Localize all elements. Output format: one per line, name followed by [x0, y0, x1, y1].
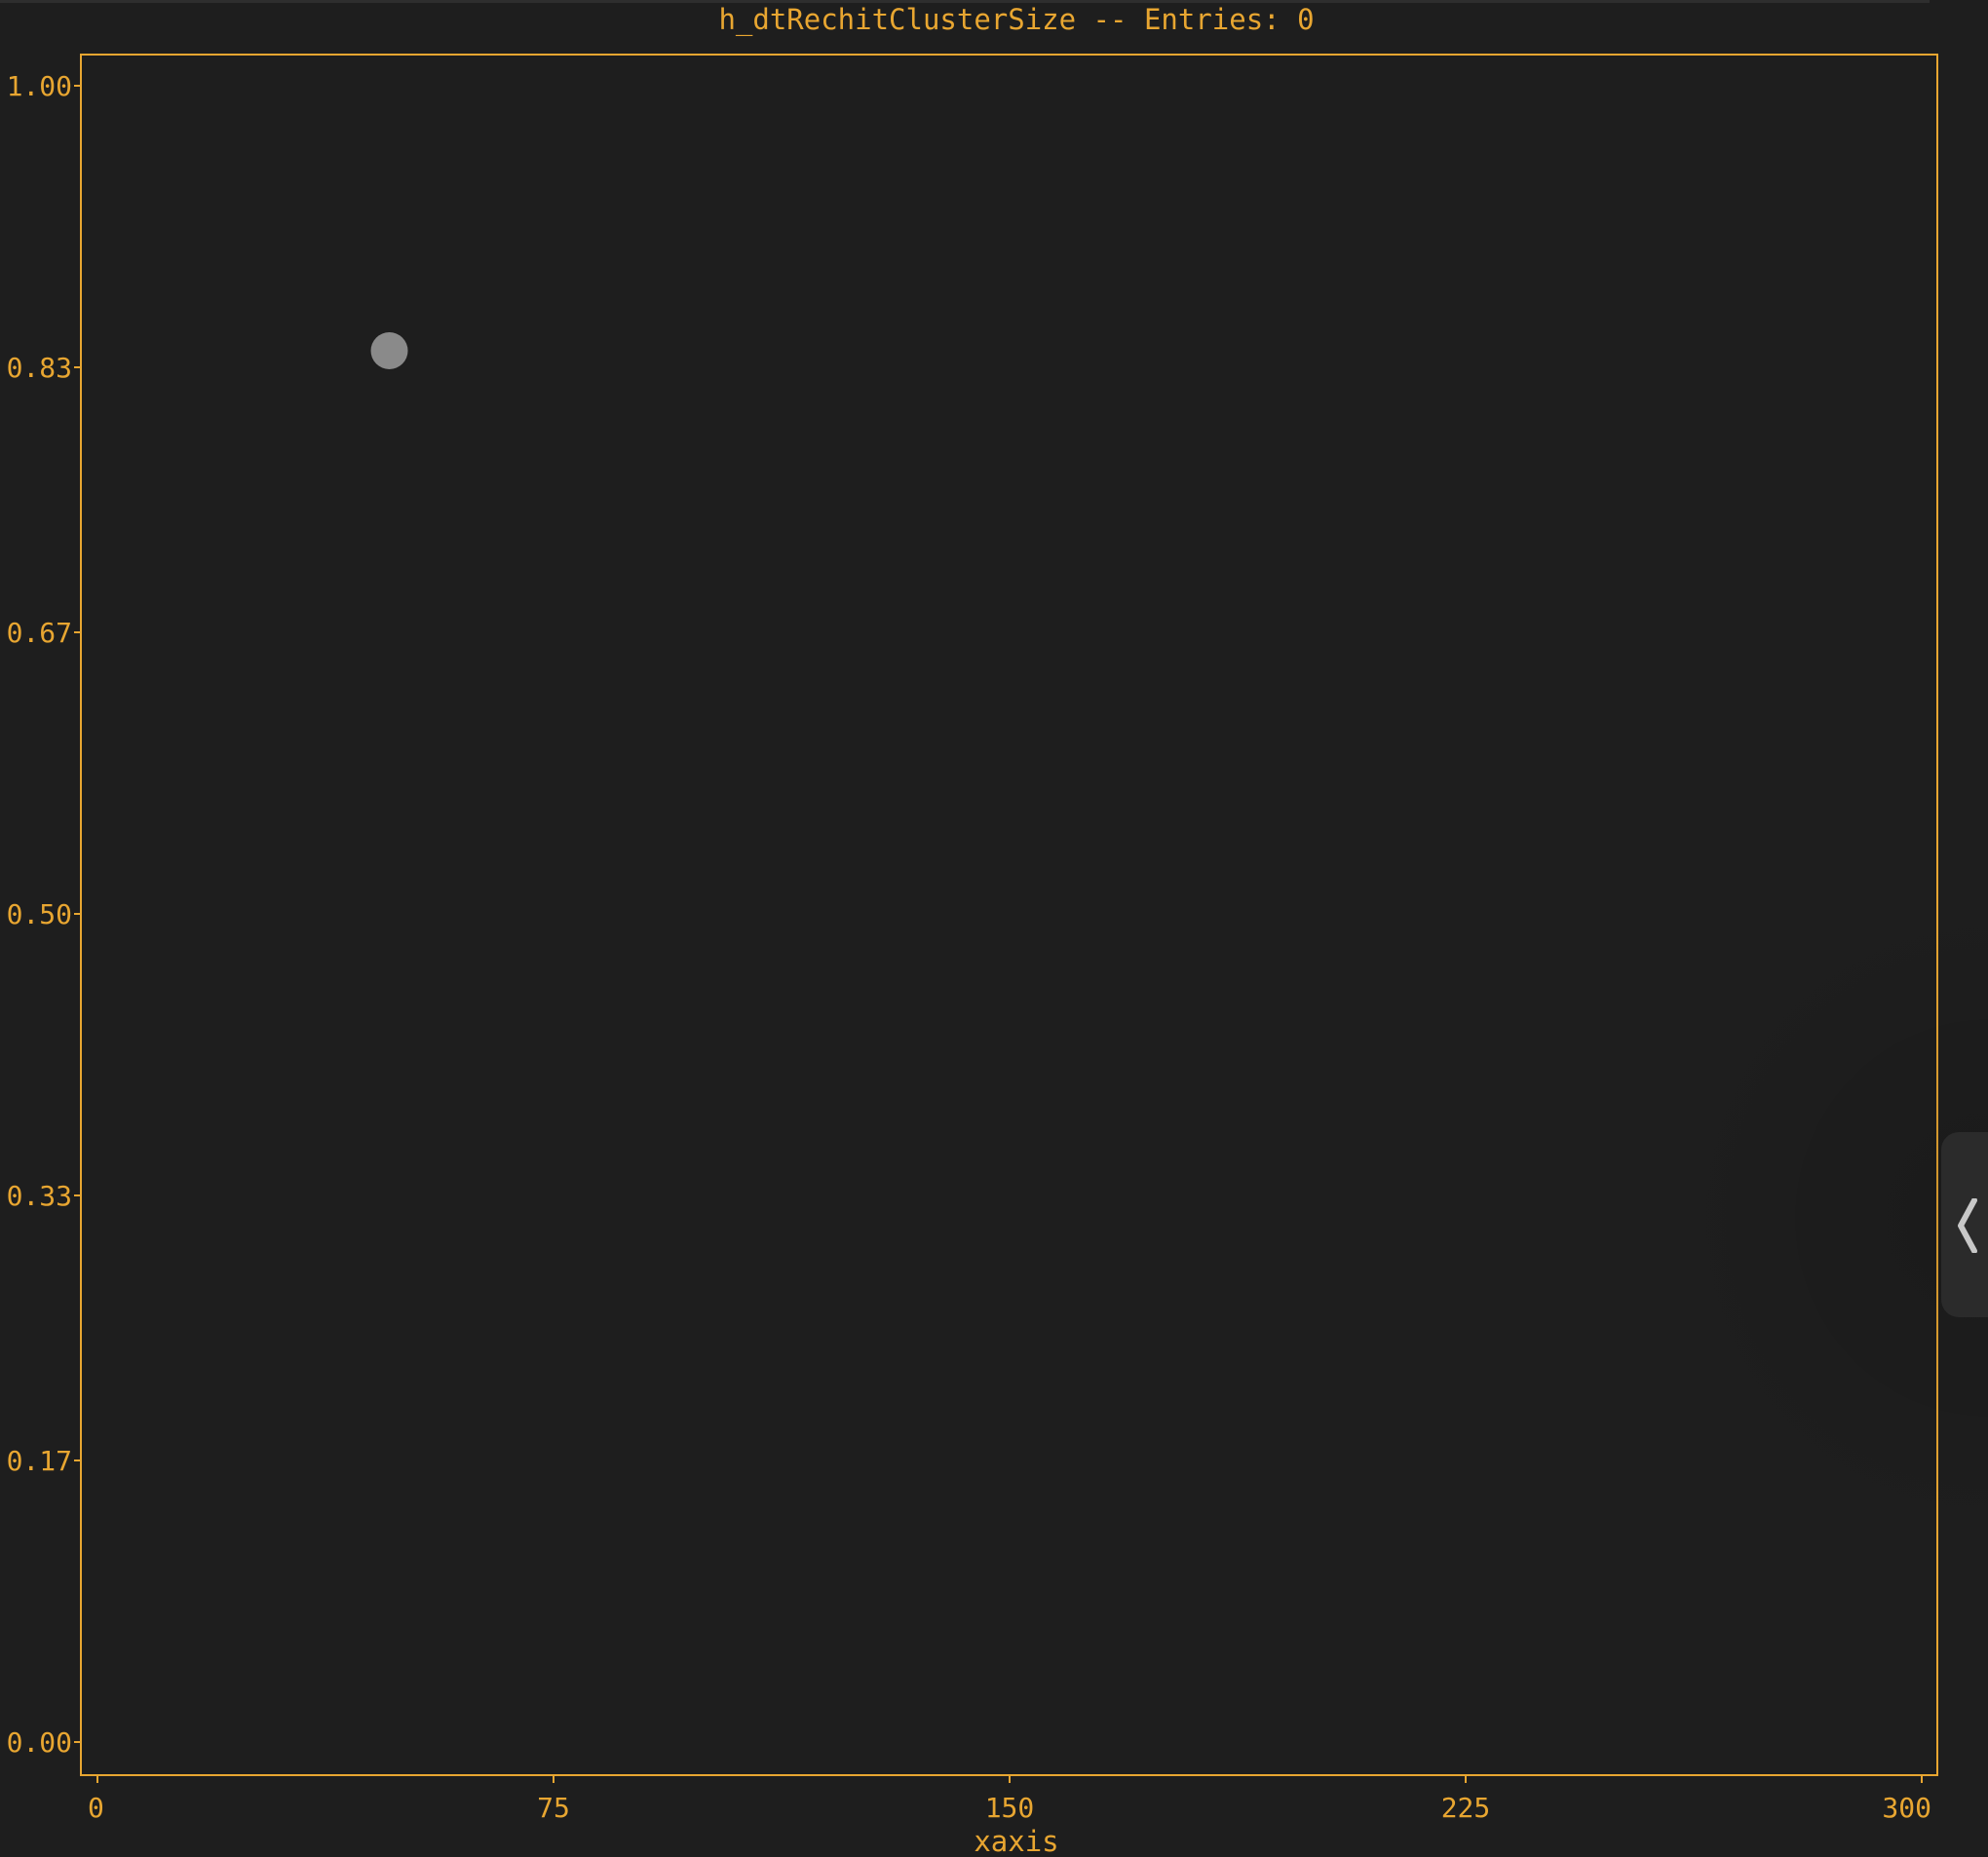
data-layer [370, 332, 408, 369]
x-tick-label: 75 [537, 1792, 570, 1824]
plot-root: h_dtRechitClusterSize -- Entries: 0 0.00… [0, 0, 1988, 1857]
top-border [0, 0, 1930, 3]
plot-frame[interactable] [80, 54, 1938, 1776]
x-axis: 0 75 150 225 300 [88, 1775, 1931, 1824]
x-tick-label: 0 [88, 1792, 104, 1824]
y-tick-label: 1.00 [7, 70, 72, 102]
y-tick-label: 0.33 [7, 1180, 72, 1212]
x-tick-label: 150 [985, 1792, 1035, 1824]
y-tick-label: 0.50 [7, 898, 72, 930]
plot-title: h_dtRechitClusterSize -- Entries: 0 [718, 3, 1314, 37]
panel-toggle-handle[interactable] [1941, 1132, 1988, 1317]
x-tick-label: 225 [1441, 1792, 1491, 1824]
y-tick-label: 0.67 [7, 617, 72, 649]
histogram-plot: h_dtRechitClusterSize -- Entries: 0 0.00… [7, 3, 1938, 1857]
y-tick-label: 0.00 [7, 1726, 72, 1759]
chevron-left-icon [1958, 1198, 1977, 1253]
data-point [370, 332, 408, 369]
x-tick-label: 300 [1882, 1792, 1931, 1824]
x-axis-label: xaxis [974, 1825, 1058, 1857]
y-axis: 0.00 0.17 0.33 0.50 0.67 0.83 1.00 [7, 70, 81, 1759]
y-tick-label: 0.17 [7, 1445, 72, 1477]
y-tick-label: 0.83 [7, 352, 72, 384]
